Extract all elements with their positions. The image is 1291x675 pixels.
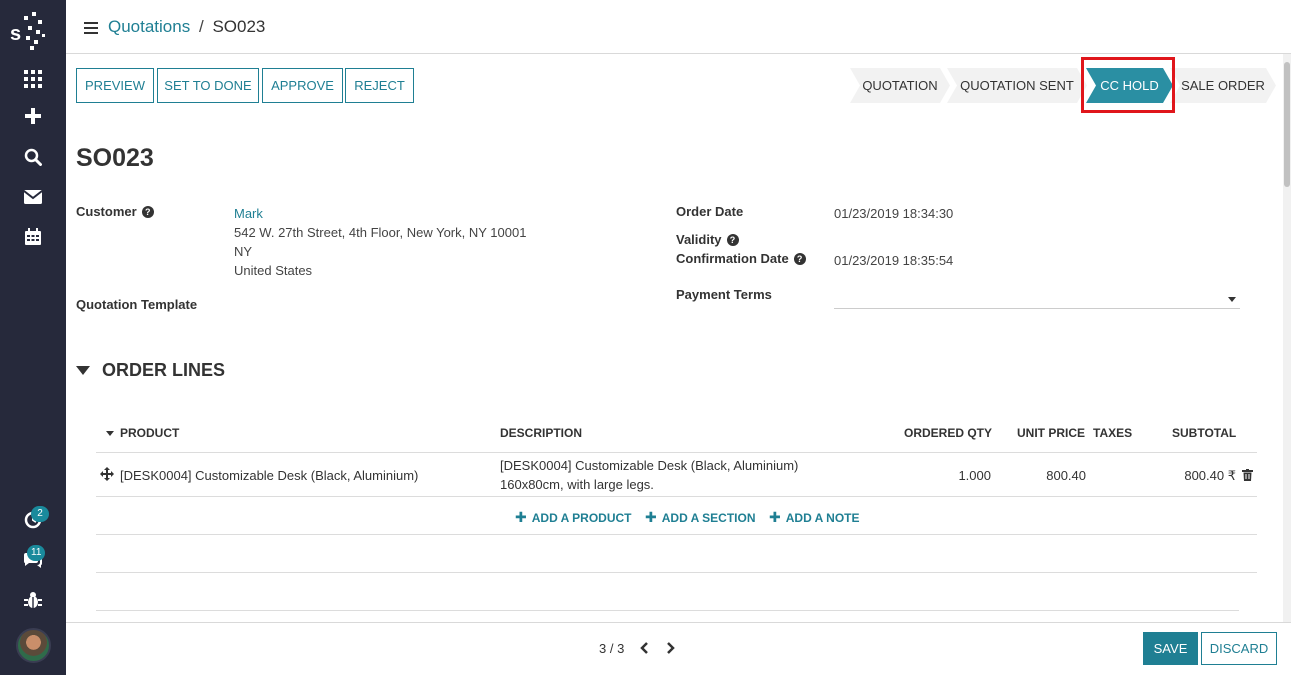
form-footer: 3 / 3 SAVE DISCARD [66, 622, 1291, 675]
row-product[interactable]: [DESK0004] Customizable Desk (Black, Alu… [120, 468, 418, 483]
add-note-link[interactable]: ✚ ADD A NOTE [769, 509, 860, 526]
save-button[interactable]: SAVE [1143, 632, 1198, 665]
column-header-subtotal[interactable]: SUBTOTAL [1172, 426, 1236, 440]
pager-value[interactable]: 3 / 3 [599, 641, 624, 656]
quotation-template-label: Quotation Template [76, 297, 198, 312]
sort-caret-icon [106, 430, 114, 436]
envelope-icon[interactable] [13, 181, 53, 213]
row-divider [96, 610, 1239, 611]
confirmation-date-label-text: Confirmation Date [676, 251, 789, 266]
column-header-ordered-qty[interactable]: ORDERED QTY [904, 426, 992, 440]
order-date-label: Order Date [676, 204, 744, 219]
dropdown-caret-icon[interactable] [1228, 297, 1236, 302]
breadcrumb-separator: / [198, 17, 204, 36]
hamburger-menu-icon[interactable] [84, 21, 98, 39]
stage-quotation-sent[interactable]: QUOTATION SENT [947, 68, 1087, 103]
confirmation-date-label: Confirmation Date ? [676, 251, 806, 266]
help-icon[interactable]: ? [726, 233, 739, 246]
scrollbar-thumb[interactable] [1284, 62, 1290, 187]
order-date-value[interactable]: 01/23/2019 18:34:30 [834, 206, 953, 221]
column-header-product[interactable]: PRODUCT [106, 426, 179, 440]
help-icon[interactable]: ? [141, 205, 154, 218]
control-panel-header: Quotations / SO023 [66, 0, 1291, 54]
plus-icon: ✚ [515, 509, 527, 525]
customer-address-line3: United States [234, 263, 313, 278]
breadcrumb: Quotations / SO023 [108, 17, 265, 37]
order-lines-title: ORDER LINES [102, 360, 226, 380]
bug-icon[interactable] [13, 584, 53, 616]
order-lines-section-header[interactable]: ORDER LINES [76, 360, 225, 381]
add-note-label: ADD A NOTE [785, 510, 860, 525]
row-unit-price[interactable]: 800.40 [1026, 468, 1086, 483]
plus-icon[interactable] [13, 100, 53, 132]
trash-icon[interactable] [1242, 469, 1253, 484]
row-description-line2[interactable]: 160x80cm, with large legs. [500, 477, 654, 492]
column-header-description[interactable]: DESCRIPTION [500, 426, 582, 440]
record-title: SO023 [76, 144, 154, 172]
validity-label: Validity ? [676, 232, 739, 247]
reject-button[interactable]: REJECT [345, 68, 414, 103]
plus-icon: ✚ [769, 509, 781, 525]
stage-quotation-label: QUOTATION [862, 78, 938, 93]
row-divider [96, 572, 1257, 573]
stage-sale-order[interactable]: SALE ORDER [1170, 68, 1276, 103]
payment-terms-underline [834, 308, 1240, 309]
form-view: PREVIEW SET TO DONE APPROVE REJECT QUOTA… [66, 54, 1291, 622]
app-logo-icon[interactable]: s [8, 10, 58, 54]
column-header-product-label: PRODUCT [120, 426, 180, 440]
validity-label-text: Validity [676, 232, 722, 247]
customer-address-line2: NY [234, 244, 253, 259]
svg-text:s: s [10, 23, 21, 45]
table-header-divider [96, 452, 1257, 453]
calendar-icon[interactable] [13, 221, 53, 253]
row-ordered-qty[interactable]: 1.000 [946, 468, 991, 483]
add-product-link[interactable]: ✚ ADD A PRODUCT [515, 509, 632, 526]
user-avatar[interactable] [16, 628, 51, 663]
customer-label: Customer ? [76, 204, 154, 219]
column-header-taxes[interactable]: TAXES [1093, 426, 1132, 440]
vertical-scrollbar[interactable] [1283, 54, 1291, 622]
payment-terms-select[interactable] [834, 289, 1224, 305]
sidebar: s 2 11 [0, 0, 66, 675]
help-icon[interactable]: ? [793, 252, 806, 265]
set-to-done-button[interactable]: SET TO DONE [157, 68, 259, 103]
stage-quotation-sent-label: QUOTATION SENT [960, 78, 1074, 93]
row-subtotal: 800.40 ₹ [1184, 468, 1236, 483]
column-header-unit-price[interactable]: UNIT PRICE [1017, 426, 1085, 440]
activity-count-badge: 2 [31, 506, 49, 522]
payment-terms-label: Payment Terms [676, 287, 772, 302]
drag-handle-icon[interactable] [100, 467, 114, 484]
chat-count-badge: 11 [27, 545, 46, 561]
preview-button[interactable]: PREVIEW [76, 68, 154, 103]
customer-label-text: Customer [76, 204, 137, 219]
add-product-label: ADD A PRODUCT [531, 510, 632, 525]
add-section-link[interactable]: ✚ ADD A SECTION [645, 509, 756, 526]
customer-name-link[interactable]: Mark [234, 206, 263, 221]
add-section-label: ADD A SECTION [661, 510, 756, 525]
discard-button[interactable]: DISCARD [1201, 632, 1277, 665]
breadcrumb-quotations-link[interactable]: Quotations [108, 17, 190, 36]
search-icon[interactable] [13, 141, 53, 173]
plus-icon: ✚ [645, 509, 657, 525]
approve-button[interactable]: APPROVE [262, 68, 343, 103]
breadcrumb-current: SO023 [212, 17, 266, 36]
customer-address-line1: 542 W. 27th Street, 4th Floor, New York,… [234, 225, 527, 240]
stage-sale-order-label: SALE ORDER [1181, 78, 1265, 93]
row-divider [96, 496, 1257, 497]
row-description-line1[interactable]: [DESK0004] Customizable Desk (Black, Alu… [500, 458, 798, 473]
pager-previous-icon[interactable] [639, 641, 649, 660]
row-divider [96, 534, 1257, 535]
confirmation-date-value[interactable]: 01/23/2019 18:35:54 [834, 253, 953, 268]
apps-grid-icon[interactable] [13, 63, 53, 95]
collapse-triangle-icon [76, 366, 90, 375]
stage-quotation[interactable]: QUOTATION [850, 68, 950, 103]
stage-cc-hold-label: CC HOLD [1100, 78, 1159, 93]
pager-next-icon[interactable] [666, 641, 676, 660]
